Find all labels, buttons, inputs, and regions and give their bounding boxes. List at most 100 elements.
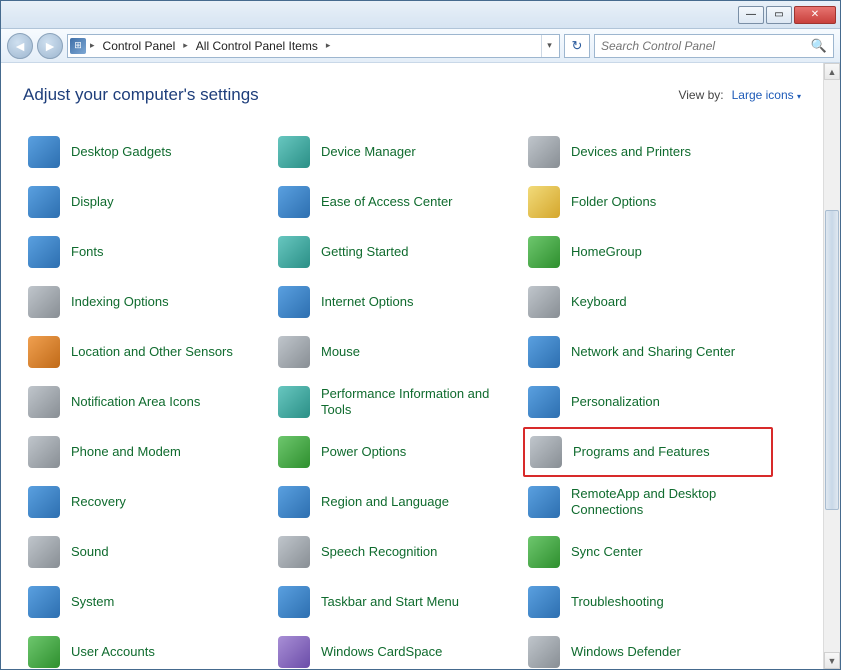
item-label: Sync Center (571, 544, 643, 560)
minimize-button[interactable]: — (738, 6, 764, 24)
item-fonts[interactable]: Fonts (23, 227, 273, 277)
item-personalization[interactable]: Personalization (523, 377, 773, 427)
item-taskbar-and-start-menu[interactable]: Taskbar and Start Menu (273, 577, 523, 627)
item-user-accounts[interactable]: User Accounts (23, 627, 273, 669)
maximize-button[interactable]: ▭ (766, 6, 792, 24)
breadcrumb-arrow-icon: ▸ (181, 40, 190, 51)
back-button[interactable]: ◄ (7, 33, 33, 59)
item-troubleshooting[interactable]: Troubleshooting (523, 577, 773, 627)
windows-cardspace-icon (277, 635, 311, 669)
item-label: Sound (71, 544, 109, 560)
troubleshooting-icon (527, 585, 561, 619)
item-indexing-options[interactable]: Indexing Options (23, 277, 273, 327)
refresh-button[interactable]: ↻ (564, 34, 590, 58)
notification-area-icons-icon (27, 385, 61, 419)
item-label: Network and Sharing Center (571, 344, 735, 360)
item-network-and-sharing-center[interactable]: Network and Sharing Center (523, 327, 773, 377)
address-dropdown[interactable]: ▾ (541, 35, 557, 57)
item-mouse[interactable]: Mouse (273, 327, 523, 377)
item-label: HomeGroup (571, 244, 642, 260)
keyboard-icon (527, 285, 561, 319)
search-box[interactable]: 🔍 (594, 34, 834, 58)
windows-defender-icon (527, 635, 561, 669)
item-programs-and-features[interactable]: Programs and Features (523, 427, 773, 477)
forward-button[interactable]: ► (37, 33, 63, 59)
item-label: Mouse (321, 344, 360, 360)
search-icon: 🔍 (811, 38, 827, 54)
view-by-value[interactable]: Large icons ▾ (732, 88, 801, 102)
remoteapp-and-desktop-connections-icon (527, 485, 561, 519)
control-panel-window: — ▭ ✕ ◄ ► ⊞ ▸ Control Panel ▸ All Contro… (0, 0, 841, 670)
desktop-gadgets-icon (27, 135, 61, 169)
item-location-and-other-sensors[interactable]: Location and Other Sensors (23, 327, 273, 377)
item-ease-of-access-center[interactable]: Ease of Access Center (273, 177, 523, 227)
phone-and-modem-icon (27, 435, 61, 469)
power-options-icon (277, 435, 311, 469)
item-power-options[interactable]: Power Options (273, 427, 523, 477)
item-label: Getting Started (321, 244, 408, 260)
item-remoteapp-and-desktop-connections[interactable]: RemoteApp and Desktop Connections (523, 477, 773, 527)
item-region-and-language[interactable]: Region and Language (273, 477, 523, 527)
scroll-down-button[interactable]: ▼ (824, 652, 840, 669)
item-phone-and-modem[interactable]: Phone and Modem (23, 427, 273, 477)
item-device-manager[interactable]: Device Manager (273, 127, 523, 177)
network-and-sharing-center-icon (527, 335, 561, 369)
item-keyboard[interactable]: Keyboard (523, 277, 773, 327)
scroll-up-button[interactable]: ▲ (824, 63, 840, 80)
taskbar-and-start-menu-icon (277, 585, 311, 619)
item-label: Phone and Modem (71, 444, 181, 460)
folder-options-icon (527, 185, 561, 219)
close-button[interactable]: ✕ (794, 6, 836, 24)
devices-and-printers-icon (527, 135, 561, 169)
scroll-thumb[interactable] (825, 210, 839, 510)
breadcrumb-arrow-icon: ▸ (324, 40, 333, 51)
content-area: Adjust your computer's settings View by:… (1, 63, 823, 669)
item-speech-recognition[interactable]: Speech Recognition (273, 527, 523, 577)
search-input[interactable] (601, 35, 811, 57)
personalization-icon (527, 385, 561, 419)
item-windows-defender[interactable]: Windows Defender (523, 627, 773, 669)
item-label: Devices and Printers (571, 144, 691, 160)
ease-of-access-center-icon (277, 185, 311, 219)
scroll-track[interactable] (824, 80, 840, 652)
item-label: Fonts (71, 244, 104, 260)
address-bar[interactable]: ⊞ ▸ Control Panel ▸ All Control Panel It… (67, 34, 560, 58)
item-sound[interactable]: Sound (23, 527, 273, 577)
indexing-options-icon (27, 285, 61, 319)
system-icon (27, 585, 61, 619)
page-title: Adjust your computer's settings (23, 85, 259, 105)
item-label: Troubleshooting (571, 594, 664, 610)
item-label: Programs and Features (573, 444, 710, 460)
item-label: Internet Options (321, 294, 414, 310)
breadcrumb-seg-2[interactable]: All Control Panel Items (192, 39, 322, 53)
item-label: Taskbar and Start Menu (321, 594, 459, 610)
item-devices-and-printers[interactable]: Devices and Printers (523, 127, 773, 177)
device-manager-icon (277, 135, 311, 169)
item-label: Recovery (71, 494, 126, 510)
item-label: Personalization (571, 394, 660, 410)
item-label: RemoteApp and Desktop Connections (571, 486, 761, 519)
header-row: Adjust your computer's settings View by:… (23, 85, 823, 105)
item-notification-area-icons[interactable]: Notification Area Icons (23, 377, 273, 427)
location-and-other-sensors-icon (27, 335, 61, 369)
item-homegroup[interactable]: HomeGroup (523, 227, 773, 277)
item-display[interactable]: Display (23, 177, 273, 227)
item-label: Windows Defender (571, 644, 681, 660)
chevron-down-icon: ▾ (797, 92, 801, 101)
item-label: Performance Information and Tools (321, 386, 511, 419)
breadcrumb-seg-1[interactable]: Control Panel (99, 39, 180, 53)
item-performance-information-and-tools[interactable]: Performance Information and Tools (273, 377, 523, 427)
item-label: Region and Language (321, 494, 449, 510)
item-getting-started[interactable]: Getting Started (273, 227, 523, 277)
item-label: Indexing Options (71, 294, 169, 310)
vertical-scrollbar[interactable]: ▲ ▼ (823, 63, 840, 669)
item-windows-cardspace[interactable]: Windows CardSpace (273, 627, 523, 669)
item-folder-options[interactable]: Folder Options (523, 177, 773, 227)
item-recovery[interactable]: Recovery (23, 477, 273, 527)
items-grid: Desktop GadgetsDevice Manager Devices and… (23, 127, 823, 669)
item-desktop-gadgets[interactable]: Desktop Gadgets (23, 127, 273, 177)
item-internet-options[interactable]: Internet Options (273, 277, 523, 327)
item-sync-center[interactable]: Sync Center (523, 527, 773, 577)
item-label: Folder Options (571, 194, 656, 210)
item-system[interactable]: System (23, 577, 273, 627)
